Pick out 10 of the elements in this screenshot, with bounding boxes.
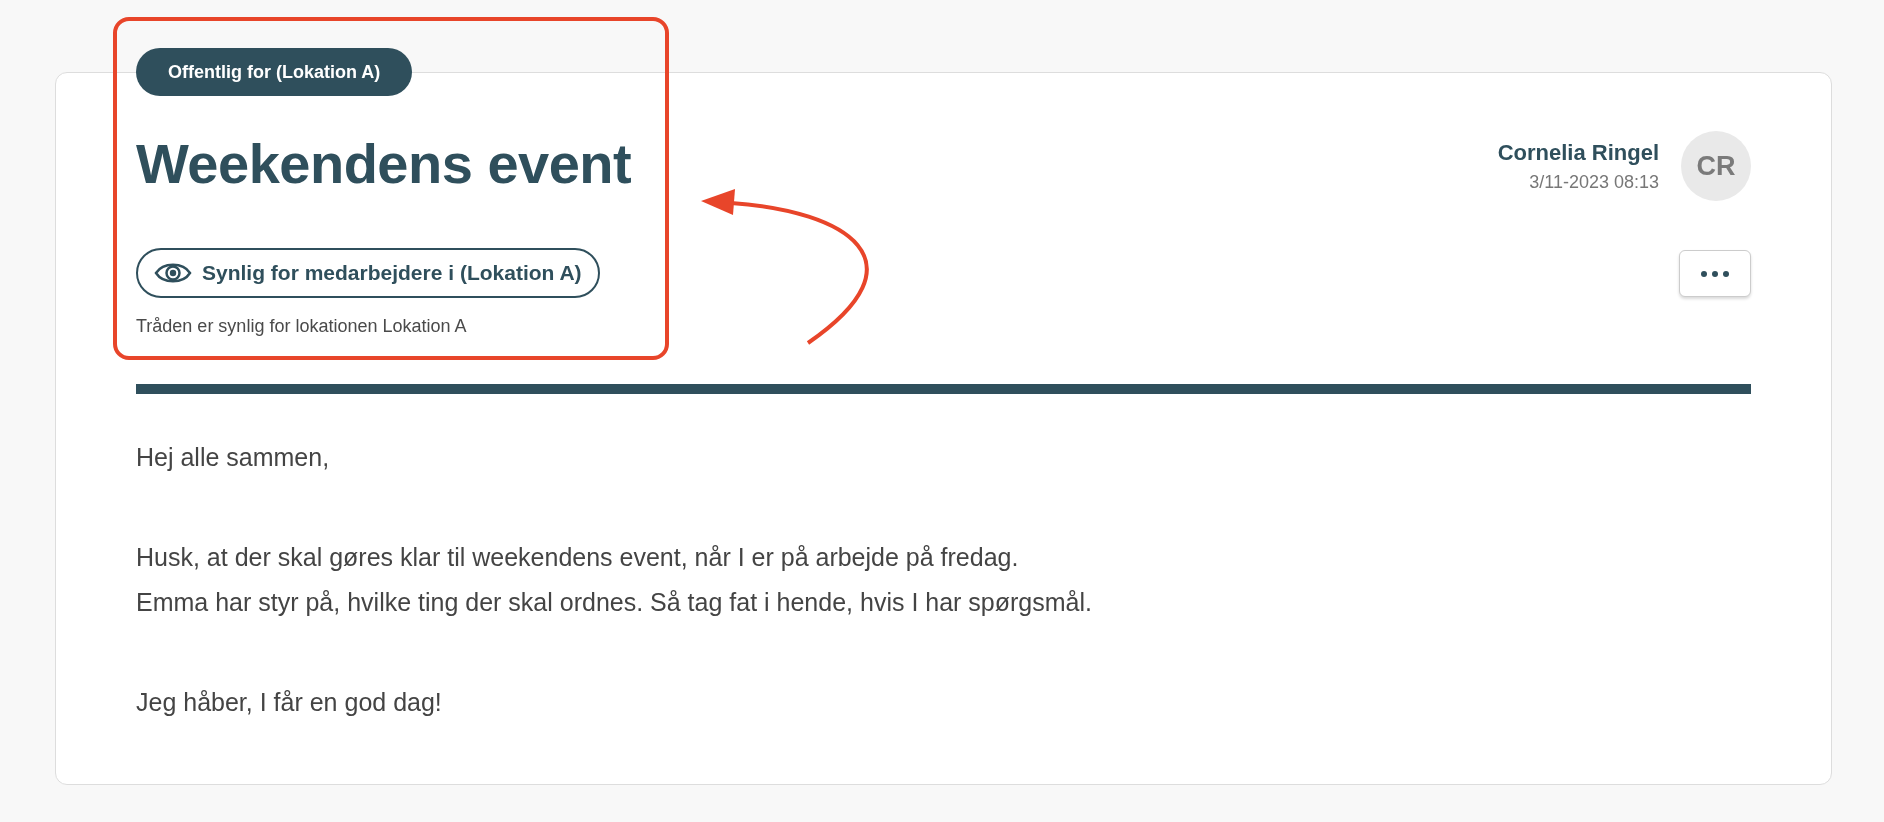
body-paragraph: Hej alle sammen, [136,442,331,473]
visibility-tag: Synlig for medarbejdere i (Lokation A) [136,248,600,298]
body-paragraph: Jeg håber, I får en god dag! [136,687,443,718]
audience-badge: Offentlig for (Lokation A) [136,48,413,96]
post-title: Weekendens event [136,131,632,197]
body-paragraph: Husk, at der skal gøres klar til weekendens event, når I er på arbejde på fredag. Emma har styr på, hvilke ting der skal ordnes. Så tag fat i hende, hvis I har spørgsmål. [136,542,1093,618]
visibility-description: Tråden er synlig for lokationen Lokation A [136,316,467,337]
author-name: Cornelia Ringel [1497,139,1659,166]
post-date: 3/11-2023 08:13 [1529,171,1659,193]
avatar: CR [1681,131,1751,201]
